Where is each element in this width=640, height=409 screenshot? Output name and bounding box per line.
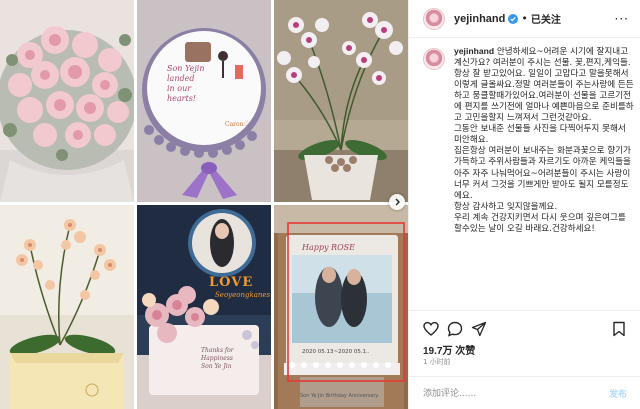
poster-name: Seoyeongkanes [215,291,271,299]
comment-input[interactable] [423,386,583,402]
follow-status-button[interactable]: 已关注 [531,11,561,26]
photo-rose-cake[interactable]: LOVE Seoyeongkanes Thanks for Happiness … [137,205,271,409]
caption-avatar[interactable] [423,48,445,70]
cake-script-title: Happy ROSE [302,243,355,252]
avatar[interactable] [423,7,445,30]
poster-love-text: LOVE [209,275,254,290]
photo-print-cake[interactable]: Happy ROSE 2020 05.13~2020 05.1.. Son Ye… [274,205,408,409]
chevron-right-icon [395,198,400,206]
carousel-next-button[interactable] [389,194,405,210]
verified-icon [508,13,519,24]
header-separator: • [521,12,528,25]
photo-rose-bouquet[interactable] [0,0,134,202]
header-username[interactable]: yejinhand [454,13,505,25]
heart-icon[interactable] [423,321,439,337]
photo-orchid-pot[interactable] [274,0,408,202]
post-header: yejinhand • 已关注 ··· [409,0,640,38]
cake-date: 2020 05.13~2020 05.1.. [302,349,370,355]
instagram-post-view: Son Yejin landed in our hearts! Caron♡ L… [0,0,640,409]
caption-username[interactable]: yejinhand [454,46,494,56]
cake-message: Son Yejin landed in our hearts! [167,64,205,103]
share-icon[interactable] [471,321,487,337]
cake-text-thanks: Thanks for Happiness Son Ye Jin [201,347,234,370]
comment-icon[interactable] [447,321,463,337]
cake-tag: Caron♡ [225,121,249,128]
post-timestamp[interactable]: 1 小时前 [423,357,451,367]
cake-bottom-text: Son Ye Jin Birthday Anniversary [300,393,379,399]
comment-bar: 发布 [409,376,640,409]
more-icon[interactable]: ··· [615,12,629,26]
post-comment-button[interactable]: 发布 [609,387,627,400]
post-caption: yejinhand 안녕하세요~어려운 시기에 잘지내고계신가요? 여러분이 주… [423,46,635,235]
photo-orchid-box[interactable] [0,205,134,409]
likes-count[interactable]: 19.7万 次赞 [423,342,475,357]
caption-body: yejinhand 안녕하세요~어려운 시기에 잘지내고계신가요? 여러분이 주… [454,46,634,235]
caption-text: 안녕하세요~어려운 시기에 잘지내고계신가요? 여러분이 주시는 선물. 꽃,편… [454,47,634,234]
post-side-panel: yejinhand • 已关注 ··· yejinhand 안녕하세요~어려운 … [408,0,640,409]
photo-grid: Son Yejin landed in our hearts! Caron♡ L… [0,0,408,409]
bookmark-icon[interactable] [611,321,627,337]
photo-drawing-cake[interactable]: Son Yejin landed in our hearts! Caron♡ [137,0,271,202]
